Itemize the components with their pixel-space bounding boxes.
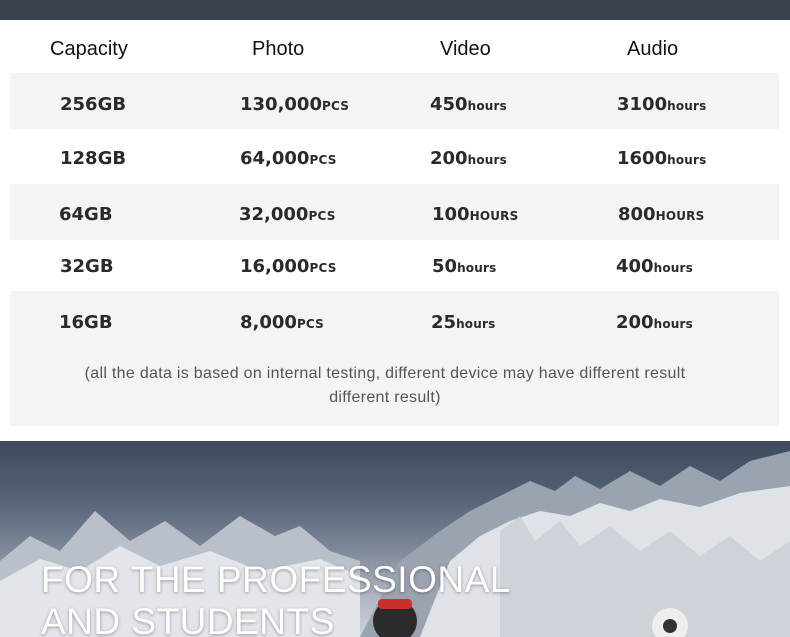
- skier-goggle-right: [663, 619, 677, 633]
- photo-value: 130,000: [240, 94, 322, 115]
- photo-cell: 130,000PCS: [240, 94, 349, 115]
- audio-value: 3100: [617, 94, 668, 115]
- table-row: 32GB 16,000PCS 50hours 400hours: [10, 240, 779, 291]
- video-cell: 50hours: [432, 256, 496, 277]
- audio-unit: hours: [653, 317, 693, 331]
- photo-cell: 32,000PCS: [239, 204, 336, 225]
- photo-value: 32,000: [239, 204, 309, 225]
- video-unit: HOURS: [469, 209, 519, 223]
- video-unit: hours: [457, 261, 497, 275]
- video-value: 100: [432, 204, 470, 225]
- table-row: 256GB 130,000PCS 450hours 3100hours: [10, 73, 779, 129]
- photo-cell: 64,000PCS: [240, 148, 337, 169]
- table-row: 64GB 32,000PCS 100HOURS 800HOURS: [10, 184, 779, 240]
- audio-cell: 3100hours: [617, 94, 707, 115]
- hero-title-line-1: FOR THE PROFESSIONAL: [41, 559, 511, 600]
- hero-title: FOR THE PROFESSIONAL AND STUDENTS: [41, 559, 511, 637]
- disclaimer-text: (all the data is based on internal testi…: [84, 365, 686, 406]
- header-audio: Audio: [627, 38, 679, 60]
- audio-unit: hours: [653, 261, 693, 275]
- photo-value: 8,000: [240, 312, 297, 333]
- photo-cell: 16,000PCS: [240, 256, 337, 277]
- audio-cell: 200hours: [616, 312, 693, 333]
- video-unit: hours: [467, 153, 507, 167]
- hero-title-line-2: AND STUDENTS: [41, 601, 335, 637]
- audio-value: 200: [616, 312, 654, 333]
- audio-cell: 800HOURS: [618, 204, 704, 225]
- capacity-cell: 16GB: [59, 312, 113, 333]
- video-cell: 450hours: [430, 94, 507, 115]
- video-cell: 25hours: [431, 312, 495, 333]
- photo-unit: PCS: [296, 317, 325, 331]
- header-photo: Photo: [252, 38, 305, 60]
- audio-unit: hours: [667, 99, 707, 113]
- table-row: 16GB 8,000PCS 25hours 200hours: [10, 291, 779, 346]
- video-cell: 100HOURS: [432, 204, 518, 225]
- disclaimer-box: (all the data is based on internal testi…: [10, 346, 779, 426]
- photo-cell: 8,000PCS: [240, 312, 324, 333]
- capacity-cell: 128GB: [60, 148, 127, 169]
- video-cell: 200hours: [430, 148, 507, 169]
- table-header-row: Capacity Photo Video Audio: [10, 20, 779, 73]
- header-capacity: Capacity: [50, 38, 128, 60]
- top-banner-bar: [0, 0, 790, 20]
- photo-value: 16,000: [240, 256, 310, 277]
- audio-unit: HOURS: [655, 209, 705, 223]
- photo-unit: PCS: [309, 261, 337, 275]
- photo-unit: PCS: [309, 153, 337, 167]
- capacity-cell: 32GB: [60, 256, 114, 277]
- audio-value: 400: [616, 256, 654, 277]
- audio-cell: 400hours: [616, 256, 693, 277]
- video-value: 200: [430, 148, 468, 169]
- header-video: Video: [440, 38, 491, 60]
- audio-value: 1600: [617, 148, 668, 169]
- audio-unit: hours: [667, 153, 707, 167]
- video-value: 50: [432, 256, 458, 277]
- photo-value: 64,000: [240, 148, 310, 169]
- video-unit: hours: [467, 99, 507, 113]
- video-unit: hours: [456, 317, 496, 331]
- video-value: 25: [431, 312, 457, 333]
- photo-unit: PCS: [308, 209, 336, 223]
- photo-unit: PCS: [321, 99, 350, 113]
- audio-cell: 1600hours: [617, 148, 707, 169]
- capacity-cell: 256GB: [60, 94, 127, 115]
- hero-banner: FOR THE PROFESSIONAL AND STUDENTS: [0, 441, 790, 637]
- audio-value: 800: [618, 204, 656, 225]
- table-row: 128GB 64,000PCS 200hours 1600hours: [10, 129, 779, 184]
- capacity-table: Capacity Photo Video Audio 256GB 130,000…: [0, 20, 790, 440]
- video-value: 450: [430, 94, 468, 115]
- capacity-cell: 64GB: [59, 204, 113, 225]
